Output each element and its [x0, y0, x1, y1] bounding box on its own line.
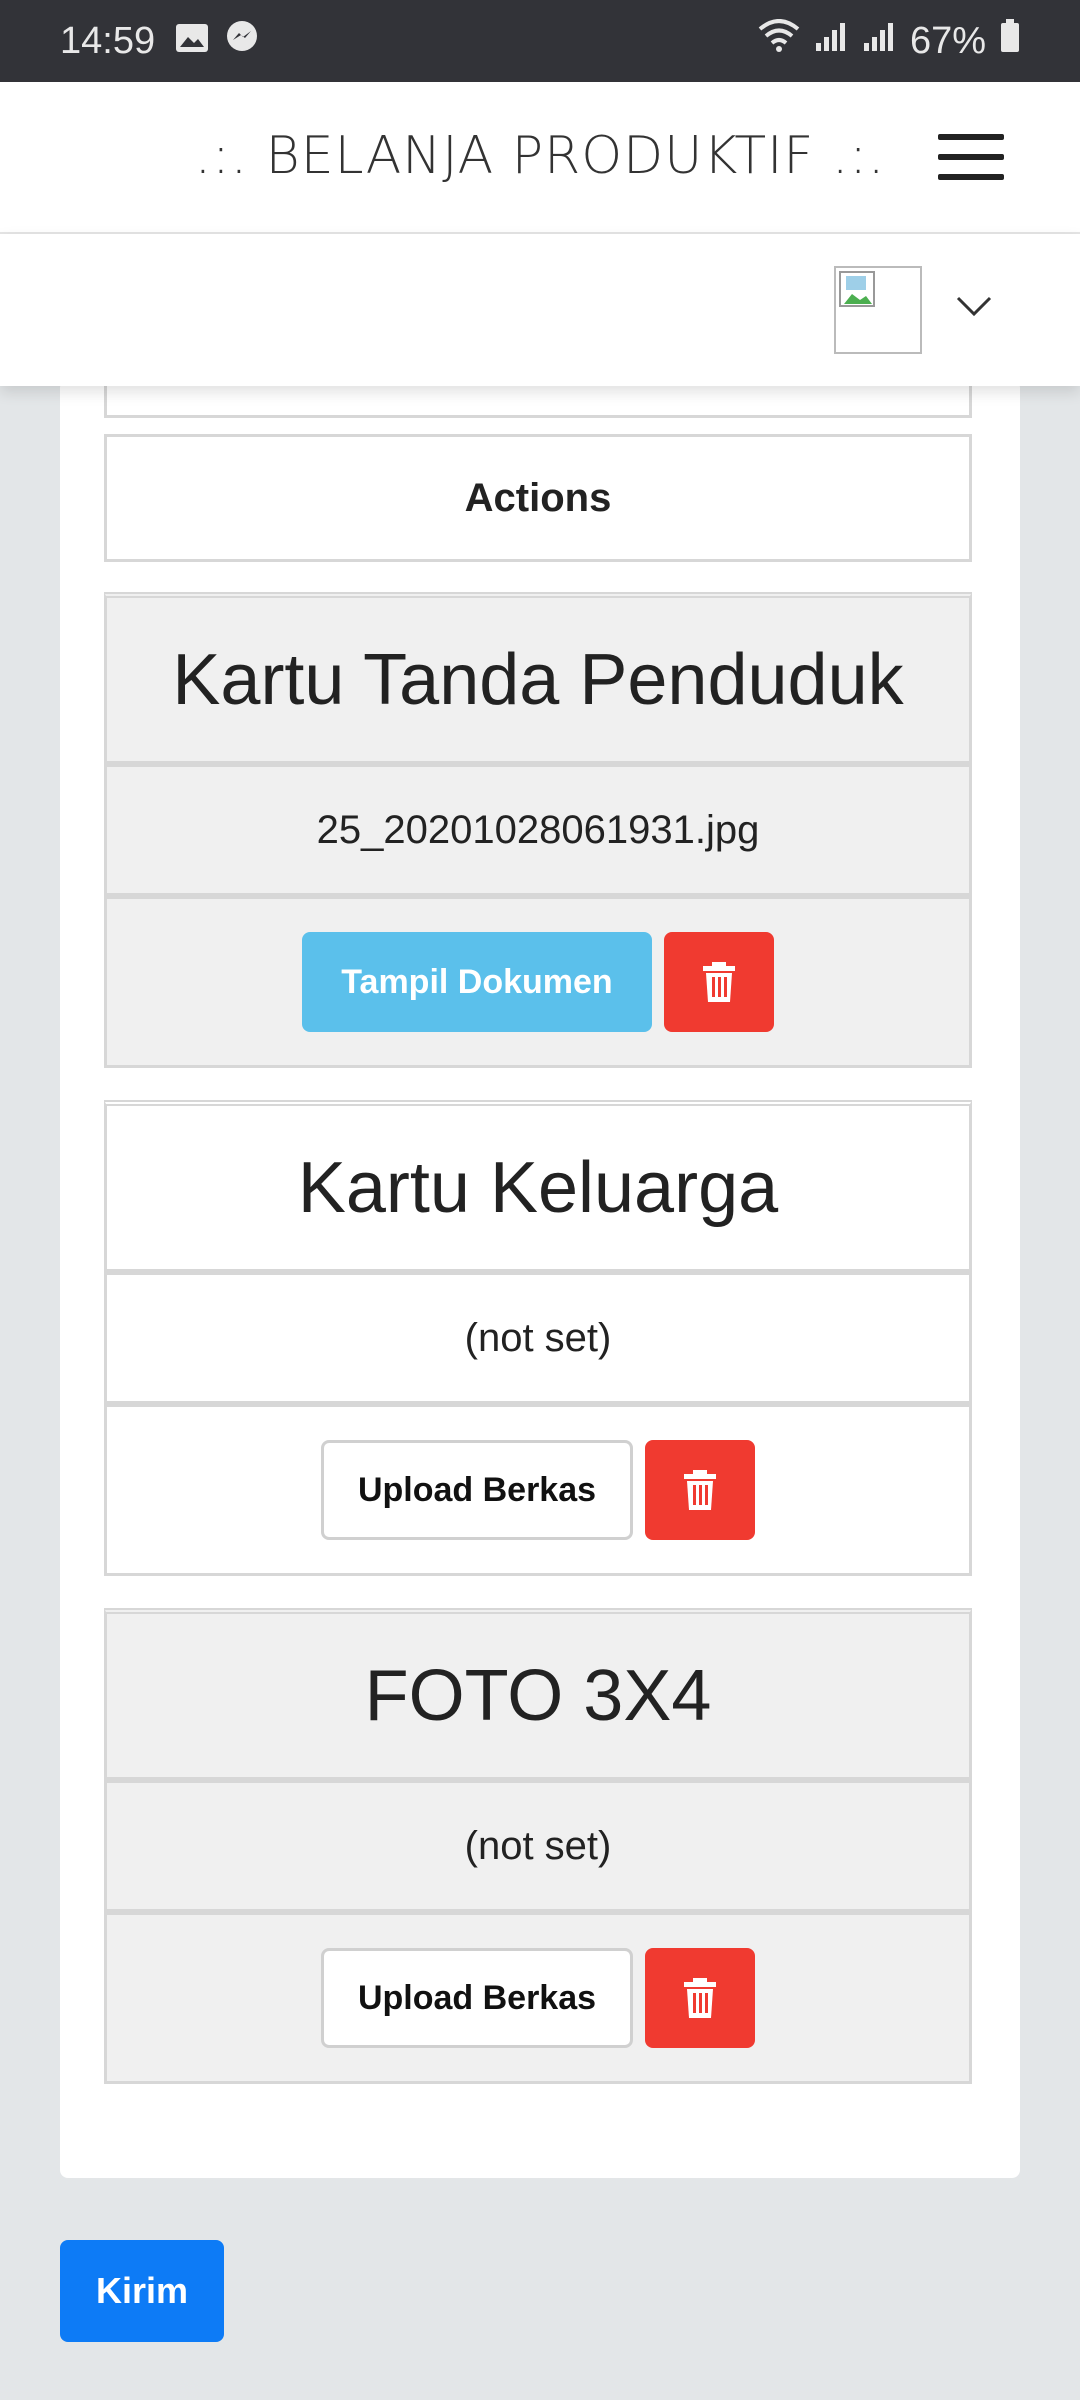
signal-icon: [814, 20, 848, 63]
delete-button[interactable]: [645, 1948, 755, 2048]
file-name: (not set): [464, 1315, 612, 1360]
status-bar: 14:59 67%: [0, 0, 1080, 82]
document-name-cell: FOTO 3X4: [104, 1608, 972, 1780]
document-name-cell: Kartu Tanda Penduduk: [104, 592, 972, 764]
trash-icon: [703, 962, 735, 1002]
avatar[interactable]: [834, 266, 922, 354]
file-name-cell: (not set): [104, 1780, 972, 1912]
upload-file-button[interactable]: Upload Berkas: [321, 1948, 633, 2048]
trash-icon: [684, 1470, 716, 1510]
wifi-icon: [758, 19, 800, 63]
file-name: (not set): [464, 1823, 612, 1868]
document-name-cell: Kartu Keluarga: [104, 1100, 972, 1272]
user-bar: [0, 234, 1080, 386]
actions-cell: Upload Berkas: [104, 1912, 972, 2084]
image-icon: [175, 20, 209, 63]
chevron-down-icon[interactable]: [954, 294, 994, 318]
trash-icon: [684, 1978, 716, 2018]
document-name: Kartu Keluarga: [297, 1147, 779, 1228]
broken-image-icon: [839, 271, 875, 307]
actions-cell: Tampil Dokumen: [104, 896, 972, 1068]
show-document-button[interactable]: Tampil Dokumen: [302, 932, 652, 1032]
file-name: 25_20201028061931.jpg: [316, 807, 760, 852]
actions-header: Actions: [104, 434, 972, 562]
actions-cell: Upload Berkas: [104, 1404, 972, 1576]
top-navbar: .:. BELANJA PRODUKTIF .:.: [0, 82, 1080, 234]
submit-button[interactable]: Kirim: [60, 2240, 224, 2342]
document-name: Kartu Tanda Penduduk: [172, 639, 904, 720]
signal-icon: [862, 20, 896, 63]
upload-file-button[interactable]: Upload Berkas: [321, 1440, 633, 1540]
documents-card: Actions Kartu Tanda Penduduk 25_20201028…: [60, 360, 1020, 2178]
brand-title[interactable]: .:. BELANJA PRODUKTIF .:.: [0, 126, 1080, 186]
document-name: FOTO 3X4: [364, 1655, 712, 1736]
hamburger-menu-icon[interactable]: [938, 134, 1004, 180]
actions-header-label: Actions: [464, 475, 612, 520]
file-name-cell: 25_20201028061931.jpg: [104, 764, 972, 896]
file-name-cell: (not set): [104, 1272, 972, 1404]
delete-button[interactable]: [664, 932, 774, 1032]
messenger-icon: [225, 19, 259, 63]
status-time: 14:59: [60, 19, 156, 62]
delete-button[interactable]: [645, 1440, 755, 1540]
battery-icon: [1000, 19, 1020, 63]
battery-level: 67%: [909, 19, 986, 62]
